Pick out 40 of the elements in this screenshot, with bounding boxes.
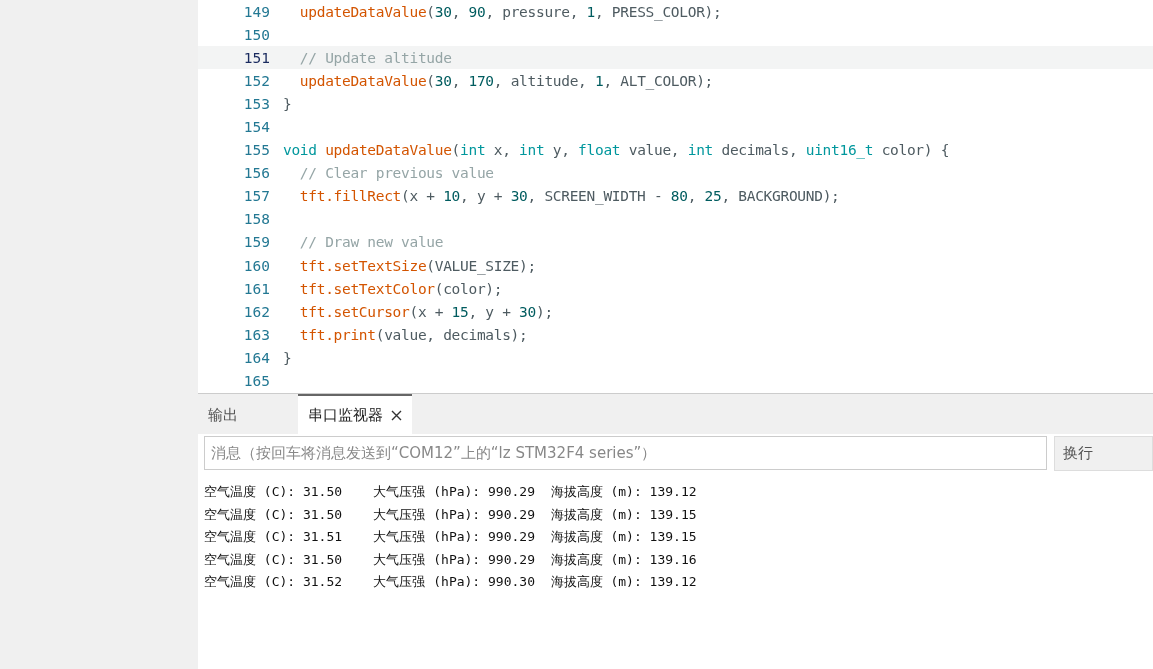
line-ending-dropdown[interactable]: 换行 bbox=[1054, 436, 1153, 471]
line-number: 155 bbox=[242, 142, 271, 159]
line-number: 156 bbox=[242, 165, 271, 182]
serial-output-line: 空气温度 (C): 31.51 大气压强 (hPa): 990.29 海拔高度 (m): 139.15 bbox=[204, 528, 698, 547]
code-line: // Draw new value bbox=[298, 234, 444, 251]
code-line: // Update altitude bbox=[298, 49, 452, 66]
code-line: tft.setCursor(x + 15, y + 30); bbox=[298, 303, 553, 320]
line-number: 164 bbox=[242, 349, 271, 366]
code-line: tft.setTextSize(VALUE_SIZE); bbox=[298, 257, 536, 274]
code-line: // Clear previous value bbox=[298, 165, 494, 182]
code-line: } bbox=[283, 95, 292, 112]
line-number: 158 bbox=[242, 211, 271, 228]
line-number: 161 bbox=[242, 280, 271, 297]
code-line: void updateDataValue(int x, int y, float value, int decimals, uint16_t color) { bbox=[283, 142, 950, 159]
line-number: 165 bbox=[242, 373, 271, 390]
line-number: 151 bbox=[242, 49, 271, 66]
line-number: 149 bbox=[242, 3, 271, 20]
panel-tab[interactable]: 串口监视器 bbox=[298, 394, 412, 434]
line-number: 157 bbox=[242, 188, 271, 205]
line-number: 153 bbox=[242, 95, 271, 112]
serial-output-line: 空气温度 (C): 31.50 大气压强 (hPa): 990.29 海拔高度 (m): 139.15 bbox=[204, 505, 698, 524]
serial-output-line: 空气温度 (C): 31.50 大气压强 (hPa): 990.29 海拔高度 (m): 139.12 bbox=[204, 483, 698, 501]
code-line: updateDataValue(30, 90, pressure, 1, PRESS_COLOR); bbox=[298, 3, 722, 20]
code-line: updateDataValue(30, 170, altitude, 1, ALT_COLOR); bbox=[298, 72, 713, 89]
line-number: 152 bbox=[242, 72, 271, 89]
panel-tab[interactable]: 输出 bbox=[198, 394, 248, 434]
line-number: 163 bbox=[242, 326, 271, 343]
serial-output-line: 空气温度 (C): 31.50 大气压强 (hPa): 990.29 海拔高度 (m): 139.16 bbox=[204, 550, 698, 569]
serial-output-line: 空气温度 (C): 31.52 大气压强 (hPa): 990.30 海拔高度 (m): 139.12 bbox=[204, 573, 698, 592]
line-number: 150 bbox=[242, 26, 271, 43]
line-number: 154 bbox=[242, 119, 271, 135]
code-line: tft.setTextColor(color); bbox=[298, 280, 503, 297]
line-number: 160 bbox=[242, 257, 271, 274]
close-icon[interactable] bbox=[391, 409, 402, 421]
code-line: } bbox=[283, 349, 292, 366]
code-line: tft.print(value, decimals); bbox=[298, 326, 528, 343]
message-field[interactable]: 消息（按回车将消息发送到“COM12”上的“lz STM32F4 series”） bbox=[204, 436, 1047, 470]
code-line: tft.fillRect(x + 10, y + 30, SCREEN_WIDTH - 80, 25, BACKGROUND); bbox=[298, 188, 840, 205]
line-number: 162 bbox=[242, 303, 271, 320]
line-number: 159 bbox=[242, 234, 271, 251]
